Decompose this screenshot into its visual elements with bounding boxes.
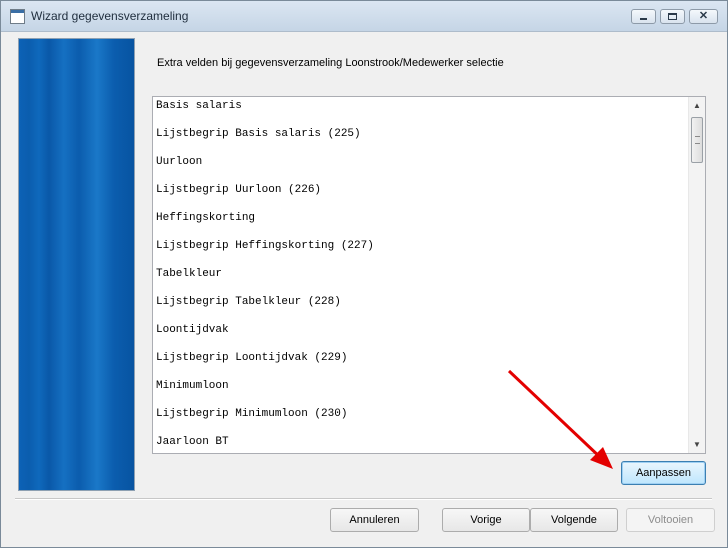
annotation-arrow-icon — [507, 369, 613, 469]
wizard-window: Wizard gegevensverzameling ✕ Extra velde… — [0, 0, 728, 548]
